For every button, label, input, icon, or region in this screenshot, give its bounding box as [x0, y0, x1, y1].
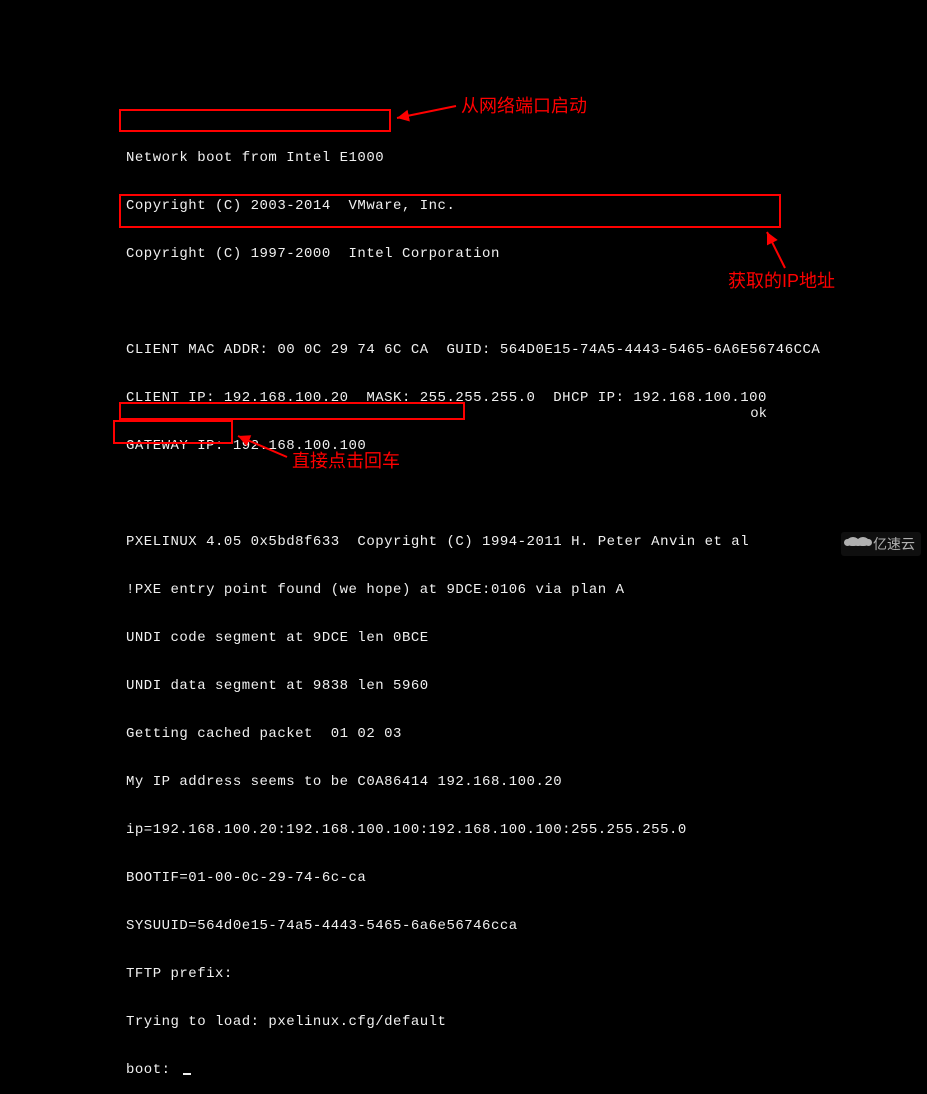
- console-line: BOOTIF=01-00-0c-29-74-6c-ca: [126, 870, 820, 886]
- console-line: GATEWAY IP: 192.168.100.100: [126, 438, 820, 454]
- console-line: PXELINUX 4.05 0x5bd8f633 Copyright (C) 1…: [126, 534, 820, 550]
- boot-prompt-label: boot:: [126, 1062, 179, 1078]
- console-line: CLIENT MAC ADDR: 00 0C 29 74 6C CA GUID:…: [126, 342, 820, 358]
- console-line: SYSUUID=564d0e15-74a5-4443-5465-6a6e5674…: [126, 918, 820, 934]
- console-line: Copyright (C) 2003-2014 VMware, Inc.: [126, 198, 820, 214]
- boot-prompt[interactable]: boot:: [126, 1062, 820, 1078]
- console-line: Getting cached packet 01 02 03: [126, 726, 820, 742]
- console-output: Network boot from Intel E1000 Copyright …: [126, 118, 820, 1094]
- console-line: Trying to load: pxelinux.cfg/default: [126, 1014, 820, 1030]
- console-line: UNDI code segment at 9DCE len 0BCE: [126, 630, 820, 646]
- console-line: Copyright (C) 1997-2000 Intel Corporatio…: [126, 246, 820, 262]
- console-line: UNDI data segment at 9838 len 5960: [126, 678, 820, 694]
- cursor-icon: [183, 1073, 191, 1075]
- watermark-text: 亿速云: [873, 534, 915, 554]
- console-line: !PXE entry point found (we hope) at 9DCE…: [126, 582, 820, 598]
- console-line: Network boot from Intel E1000: [126, 150, 820, 166]
- console-line: ip=192.168.100.20:192.168.100.100:192.16…: [126, 822, 820, 838]
- load-status-ok: ok: [750, 406, 767, 422]
- cloud-icon: [847, 537, 869, 551]
- console-line: [126, 486, 820, 502]
- console-line: TFTP prefix:: [126, 966, 820, 982]
- console-line: My IP address seems to be C0A86414 192.1…: [126, 774, 820, 790]
- watermark: 亿速云: [841, 532, 921, 556]
- console-line: [126, 294, 820, 310]
- console-line: CLIENT IP: 192.168.100.20 MASK: 255.255.…: [126, 390, 820, 406]
- annotation-network-boot: 从网络端口启动: [461, 92, 587, 118]
